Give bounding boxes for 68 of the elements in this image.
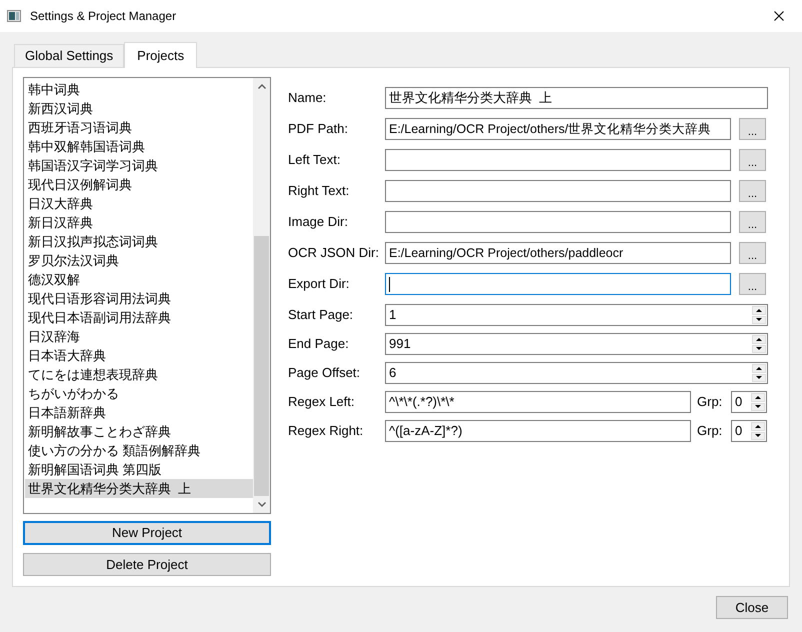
- chevron-up-icon: [258, 84, 266, 89]
- text-field[interactable]: ^\*\*(.*?)\*\*: [385, 391, 691, 413]
- text-field[interactable]: ^([a-zA-Z]*?): [385, 420, 691, 442]
- up-triangle-icon: [755, 424, 761, 428]
- spin-down-button[interactable]: [752, 374, 766, 382]
- text-field[interactable]: E:/Learning/OCR Project/others/paddleocr: [385, 242, 731, 264]
- scrollbar-thumb[interactable]: [254, 236, 269, 496]
- tab[interactable]: Global Settings: [14, 44, 124, 67]
- field-label: Right Text:: [288, 182, 350, 200]
- down-triangle-icon: [756, 318, 762, 322]
- spin-down-button[interactable]: [751, 432, 765, 440]
- up-triangle-icon: [756, 338, 762, 341]
- text-field[interactable]: [385, 149, 731, 171]
- text-field[interactable]: [385, 180, 731, 202]
- app-window-icon: [7, 10, 21, 22]
- down-triangle-icon: [756, 376, 762, 380]
- spin-box[interactable]: 6: [385, 362, 768, 384]
- browse-button[interactable]: ...: [739, 273, 766, 295]
- browse-button[interactable]: ...: [739, 180, 766, 202]
- field-label: Image Dir:: [288, 213, 349, 232]
- spin-up-button[interactable]: [752, 306, 766, 314]
- chevron-down-icon: [258, 502, 266, 507]
- tab[interactable]: Projects: [124, 42, 198, 68]
- browse-button[interactable]: ...: [739, 118, 766, 140]
- up-triangle-icon: [756, 366, 762, 370]
- text-cursor: [389, 276, 390, 292]
- spin-down-button[interactable]: [752, 344, 766, 353]
- text-field[interactable]: [385, 273, 731, 295]
- text-field[interactable]: [385, 211, 731, 233]
- field-label: Grp:: [697, 393, 724, 412]
- field-label: End Page:: [288, 335, 350, 354]
- browse-button[interactable]: ...: [739, 211, 766, 233]
- up-triangle-icon: [756, 308, 762, 312]
- spin-up-button[interactable]: [751, 422, 765, 430]
- spin-up-button[interactable]: [751, 393, 765, 402]
- browse-button[interactable]: ...: [739, 149, 766, 171]
- field-label: Export Dir:: [288, 275, 350, 294]
- text-field[interactable]: E:/Learning/OCR Project/others/世界文化精华分类大辞典: [385, 118, 731, 140]
- spin-up-button[interactable]: [752, 364, 766, 372]
- field-label: Name:: [288, 89, 328, 108]
- project-button[interactable]: New Project: [23, 521, 271, 545]
- close-icon: [774, 11, 784, 21]
- field-label: PDF Path:: [288, 120, 349, 138]
- spin-down-button[interactable]: [751, 402, 765, 411]
- spin-box[interactable]: 0: [731, 391, 767, 413]
- project-button[interactable]: Delete Project: [23, 553, 271, 576]
- field-label: Regex Left:: [288, 393, 356, 412]
- field-label: Left Text:: [288, 151, 342, 170]
- field-label: Grp:: [697, 422, 724, 440]
- down-triangle-icon: [755, 405, 761, 408]
- text-field[interactable]: 世界文化精华分类大辞典 上: [385, 87, 768, 109]
- up-triangle-icon: [755, 396, 761, 399]
- spin-box[interactable]: 0: [731, 420, 767, 442]
- spin-up-button[interactable]: [752, 335, 766, 344]
- window-title: Settings & Project Manager: [30, 8, 176, 25]
- close-button[interactable]: Close: [716, 596, 788, 619]
- field-label: OCR JSON Dir:: [288, 244, 380, 262]
- field-label: Regex Right:: [288, 422, 364, 440]
- scrollbar[interactable]: [253, 78, 270, 513]
- down-triangle-icon: [755, 434, 761, 438]
- field-label: Start Page:: [288, 306, 354, 324]
- spin-down-button[interactable]: [752, 316, 766, 324]
- spin-box[interactable]: 991: [385, 333, 768, 355]
- list-item[interactable]: 世界文化精华分类大辞典 上: [25, 479, 253, 498]
- spin-box[interactable]: 1: [385, 304, 768, 326]
- down-triangle-icon: [756, 347, 762, 350]
- field-label: Page Offset:: [288, 364, 362, 382]
- browse-button[interactable]: ...: [739, 242, 766, 264]
